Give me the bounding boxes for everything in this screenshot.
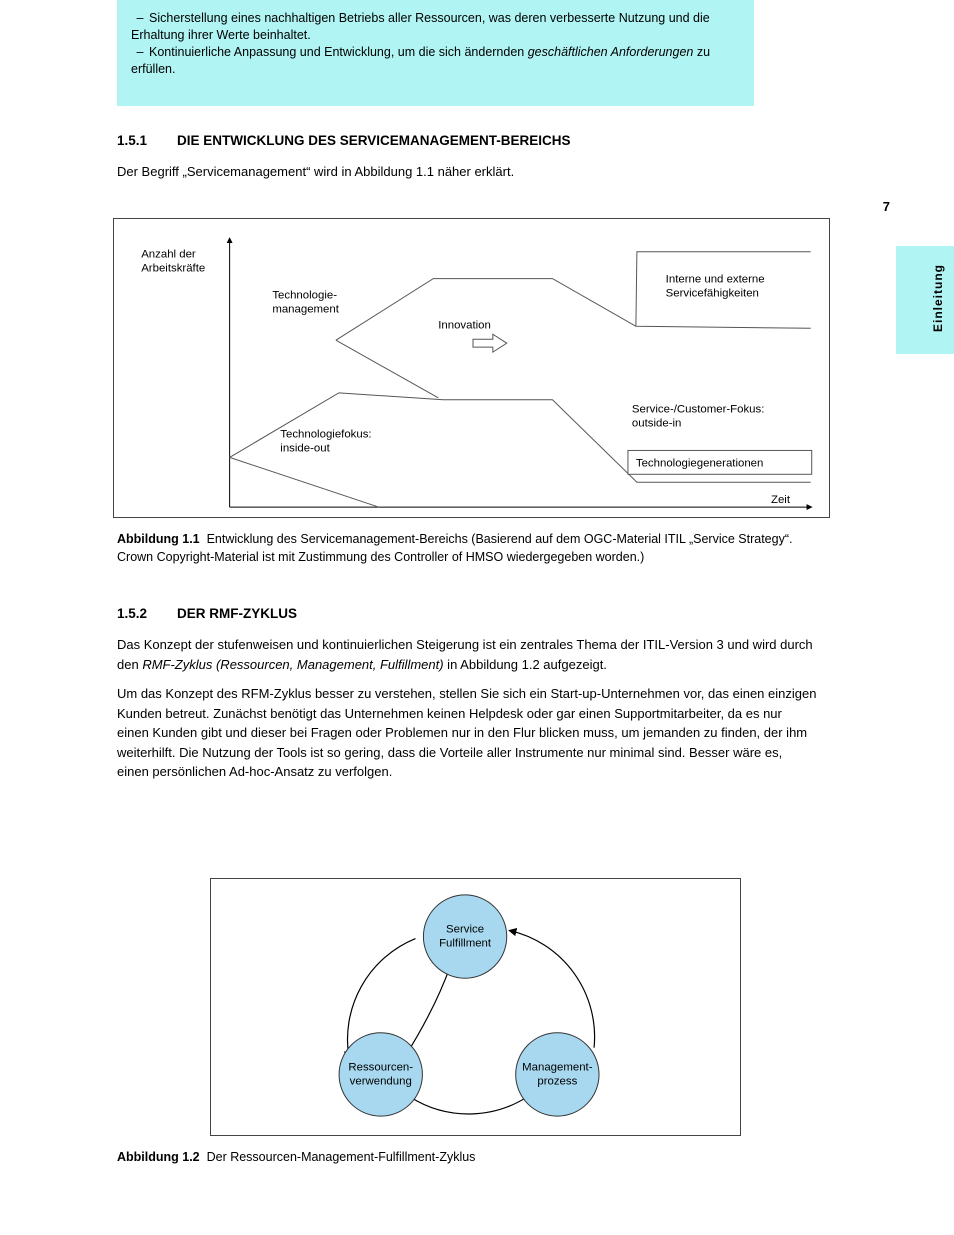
- bullet-text-2a: Kontinuierliche Anpassung und Entwicklun…: [149, 45, 528, 59]
- svg-text:Anzahl der: Anzahl der: [141, 249, 196, 261]
- figure-1-2-caption: Abbildung 1.2 Der Ressourcen-Management-…: [117, 1148, 817, 1166]
- svg-text:prozess: prozess: [537, 1075, 577, 1087]
- svg-text:inside-out: inside-out: [280, 442, 330, 454]
- section-title: DER RMF-ZYKLUS: [177, 606, 297, 621]
- bullet-text-2-em: geschäftlichen Anforderungen: [528, 45, 694, 59]
- svg-text:Servicefähigkeiten: Servicefähigkeiten: [666, 287, 759, 299]
- svg-text:Zeit: Zeit: [771, 494, 791, 506]
- svg-text:Service-/Customer-Fokus:: Service-/Customer-Fokus:: [632, 404, 764, 416]
- figure-1-1-caption: Abbildung 1.1 Entwicklung des Serviceman…: [117, 530, 821, 566]
- dash-bullet: –: [131, 44, 149, 61]
- p1-b: in Abbildung 1.2 aufgezeigt.: [444, 657, 607, 672]
- dash-bullet: –: [131, 10, 149, 27]
- figure-1-2-caption-text: Der Ressourcen-Management-Fulfillment-Zy…: [207, 1150, 476, 1164]
- section-header-151: 1.5.1DIE ENTWICKLUNG DES SERVICEMANAGEME…: [117, 132, 754, 150]
- intro-paragraph: Der Begriff „Servicemanagement“ wird in …: [117, 162, 821, 182]
- svg-text:Fulfillment: Fulfillment: [439, 937, 492, 949]
- svg-text:verwendung: verwendung: [350, 1075, 412, 1087]
- figure-1-2: Service Fulfillment Ressourcen- verwendu…: [210, 878, 741, 1136]
- svg-text:management: management: [272, 303, 339, 315]
- section-title: DIE ENTWICKLUNG DES SERVICEMANAGEMENT-BE…: [177, 133, 571, 148]
- svg-text:Technologiefokus:: Technologiefokus:: [280, 429, 371, 441]
- svg-text:Ressourcen-: Ressourcen-: [348, 1062, 413, 1074]
- figure-1-1-caption-text: Entwicklung des Servicemanagement-Bereic…: [117, 532, 792, 564]
- section-number: 1.5.1: [117, 132, 177, 150]
- page-number: 7: [883, 198, 890, 216]
- section-number: 1.5.2: [117, 605, 177, 623]
- svg-text:Innovation: Innovation: [438, 319, 491, 331]
- svg-text:Technologiegenerationen: Technologiegenerationen: [636, 457, 763, 469]
- section-152-body: Das Konzept der stufenweisen und kontinu…: [117, 635, 817, 792]
- p2: Um das Konzept des RFM-Zyklus besser zu …: [117, 684, 817, 782]
- svg-text:Technologie-: Technologie-: [272, 289, 337, 301]
- svg-text:outside-in: outside-in: [632, 418, 681, 430]
- svg-text:Management-: Management-: [522, 1062, 593, 1074]
- svg-text:Interne und externe: Interne und externe: [666, 274, 765, 286]
- section-header-152: 1.5.2DER RMF-ZYKLUS: [117, 605, 754, 623]
- side-tab-label: Einleitung: [930, 264, 946, 332]
- p1-em: RMF-Zyklus (Ressourcen, Management, Fulf…: [142, 657, 443, 672]
- intro-highlight-box: –Sicherstellung eines nachhaltigen Betri…: [117, 0, 754, 106]
- figure-1-1-caption-prefix: Abbildung 1.1: [117, 532, 200, 546]
- figure-1-2-caption-prefix: Abbildung 1.2: [117, 1150, 200, 1164]
- svg-text:Arbeitskräfte: Arbeitskräfte: [141, 263, 205, 275]
- bullet-text-1: Sicherstellung eines nachhaltigen Betrie…: [131, 11, 710, 42]
- figure-1-1: Anzahl der Arbeitskräfte Innovation Tech…: [113, 218, 830, 518]
- svg-text:Service: Service: [446, 924, 484, 936]
